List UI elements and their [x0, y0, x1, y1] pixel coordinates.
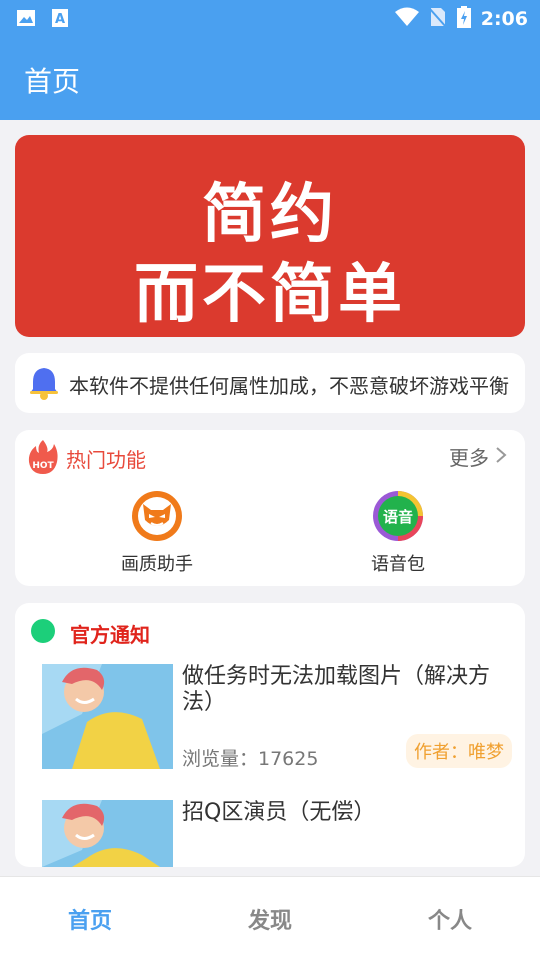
news-thumbnail: [42, 664, 173, 769]
tab-home[interactable]: 首页: [0, 903, 180, 935]
notice-bar[interactable]: 本软件不提供任何属性加成，不恶意破坏游戏平衡: [15, 353, 525, 413]
image-notification-icon: [16, 8, 36, 32]
hot-functions-card: HOT 热门功能 更多 画质助手 语音 语音包: [15, 430, 525, 586]
tab-discover[interactable]: 发现: [180, 903, 360, 935]
status-bar: A 2:06: [0, 0, 540, 36]
battery-charging-icon: [456, 6, 471, 32]
news-title: 做任务时无法加载图片（解决方法）: [182, 664, 491, 715]
graphics-helper-icon: [131, 490, 183, 542]
page-title: 首页: [24, 65, 81, 98]
news-thumbnail: [42, 800, 173, 867]
bottom-tab-bar: 首页 发现 个人: [0, 876, 540, 960]
news-views: 浏览量：17625: [182, 748, 319, 770]
voice-pack-icon: 语音: [372, 490, 424, 542]
clock: 2:06: [480, 8, 528, 30]
wifi-icon: [394, 7, 419, 31]
feature-voice-pack[interactable]: 语音 语音包: [333, 490, 463, 576]
official-section-title: 官方通知: [70, 623, 150, 647]
more-label: 更多: [449, 446, 489, 470]
banner-line-1: 简约: [202, 178, 338, 252]
hot-section-title: 热门功能: [66, 448, 146, 472]
chevron-right-icon: [495, 445, 507, 469]
voice-pack-label: 语音包: [371, 554, 425, 575]
hot-badge: HOT: [32, 461, 54, 471]
news-item[interactable]: 招Q区演员（无偿）: [42, 800, 512, 867]
banner-line-2: 而不简单: [134, 258, 406, 332]
official-notice-card: 官方通知 做任务时无法加载图片（解决方法） 浏览量：17625 作者：唯梦 招Q…: [15, 603, 525, 867]
graphics-helper-label: 画质助手: [121, 554, 193, 575]
news-author-badge: 作者：唯梦: [406, 734, 512, 768]
app-bar: 首页: [0, 36, 540, 120]
news-title: 招Q区演员（无偿）: [182, 800, 376, 825]
voice-icon-text: 语音: [383, 508, 413, 526]
no-sim-icon: [428, 6, 447, 32]
app-notification-icon: A: [50, 8, 70, 32]
notice-text: 本软件不提供任何属性加成，不恶意破坏游戏平衡: [69, 374, 509, 398]
tab-profile[interactable]: 个人: [360, 903, 540, 935]
hot-flame-icon: HOT: [27, 438, 59, 480]
banner[interactable]: 简约 而不简单: [15, 135, 525, 337]
svg-text:A: A: [55, 12, 65, 27]
bell-icon: [27, 365, 61, 405]
news-item[interactable]: 做任务时无法加载图片（解决方法） 浏览量：17625 作者：唯梦: [42, 664, 512, 774]
feature-graphics-helper[interactable]: 画质助手: [92, 490, 222, 576]
notice-dot-icon: [31, 619, 55, 643]
more-button[interactable]: 更多: [449, 442, 507, 471]
